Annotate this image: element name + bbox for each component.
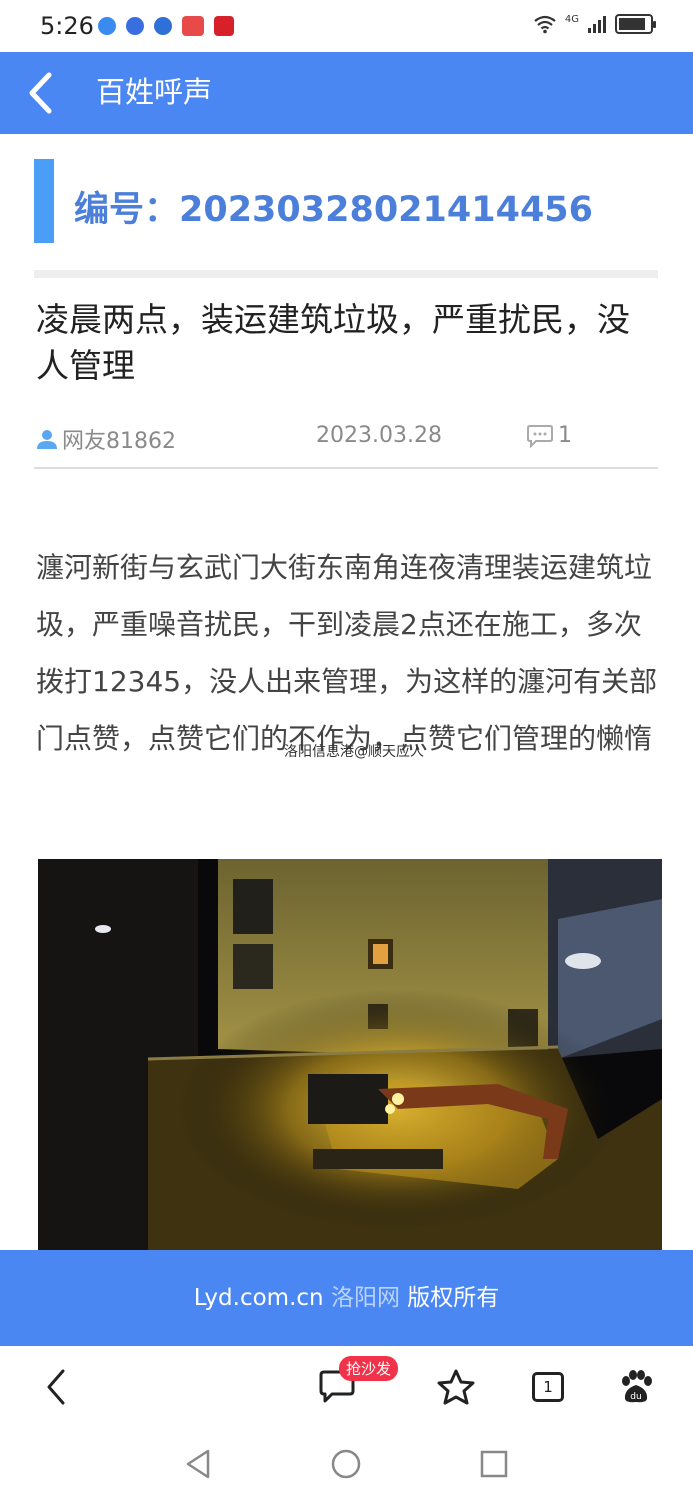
tmall-app-icon — [214, 16, 234, 36]
tab-count-icon: 1 — [532, 1372, 564, 1402]
browser-toolbar: 抢沙发 1 du — [0, 1346, 693, 1430]
comment-count-value: 1 — [558, 423, 572, 448]
circle-home-icon — [331, 1449, 361, 1479]
music-app-icon — [126, 17, 144, 35]
article-meta: 网友81862 2023.03.28 1 — [36, 423, 658, 455]
wifi-icon — [534, 15, 556, 34]
shield-app-icon — [98, 17, 116, 35]
copyright-rights: 版权所有 — [407, 1285, 500, 1311]
copyright-domain: Lyd.com.cn — [193, 1285, 324, 1311]
watermark: 洛阳信息港@顺天应人 — [284, 744, 424, 760]
signal-icon — [588, 16, 606, 33]
construction-night-photo — [38, 859, 662, 1250]
article-title: 凌晨两点，装运建筑垃圾，严重扰民，没人管理 — [36, 300, 630, 385]
star-icon — [437, 1369, 475, 1405]
chevron-left-icon — [47, 1369, 65, 1405]
system-nav-bar — [0, 1430, 693, 1500]
app-header: 百姓呼声 — [0, 52, 693, 134]
article-photo[interactable] — [38, 859, 662, 1250]
publish-date: 2023.03.28 — [316, 423, 442, 448]
copyright-bar: Lyd.com.cn 洛阳网 版权所有 — [0, 1250, 693, 1346]
network-type: 4G — [564, 13, 579, 25]
status-bar: 5:26 4G — [0, 0, 693, 52]
chevron-left-icon — [29, 72, 52, 114]
nav-recents-button[interactable] — [476, 1446, 512, 1482]
user-icon — [37, 430, 57, 449]
article-body: 瀍河新街与玄武门大街东南角连夜清理装运建筑垃圾，严重噪音扰民，干到凌晨2点还在施… — [36, 551, 658, 755]
article-content[interactable]: 编号：20230328021414456 凌晨两点，装运建筑垃圾，严重扰民，没人… — [0, 134, 693, 1250]
comment-icon — [527, 424, 553, 448]
nav-home-button[interactable] — [328, 1446, 364, 1482]
comment-count[interactable]: 1 — [526, 423, 572, 448]
nav-back-button[interactable] — [180, 1446, 216, 1482]
number-block: 编号：20230328021414456 — [34, 159, 658, 243]
header-title: 百姓呼声 — [96, 75, 213, 109]
status-right: 4G — [533, 13, 656, 34]
svg-text:du: du — [630, 1392, 641, 1402]
status-app-icons — [98, 16, 234, 36]
divider — [34, 270, 658, 278]
browser-app-icon — [154, 17, 172, 35]
browser-back-button[interactable] — [33, 1364, 79, 1410]
article-number: 编号：20230328021414456 — [74, 190, 594, 230]
author-name: 网友81862 — [62, 429, 176, 454]
baidu-paw-icon: du — [622, 1370, 652, 1403]
tab-count: 1 — [543, 1378, 553, 1396]
divider — [34, 467, 658, 469]
tabs-button[interactable]: 1 — [525, 1364, 571, 1410]
huawei-app-icon — [182, 16, 204, 36]
status-time: 5:26 — [40, 12, 94, 40]
author: 网友81862 — [36, 423, 176, 455]
favorite-button[interactable] — [433, 1364, 479, 1410]
triangle-back-icon — [186, 1449, 210, 1479]
accent-bar — [34, 159, 54, 243]
battery-icon — [615, 14, 656, 34]
comment-badge: 抢沙发 — [339, 1356, 399, 1381]
copyright-site-name: 洛阳网 — [330, 1285, 400, 1311]
baidu-button[interactable]: du — [613, 1364, 659, 1410]
square-recents-icon — [480, 1450, 508, 1478]
back-button[interactable] — [20, 66, 60, 120]
